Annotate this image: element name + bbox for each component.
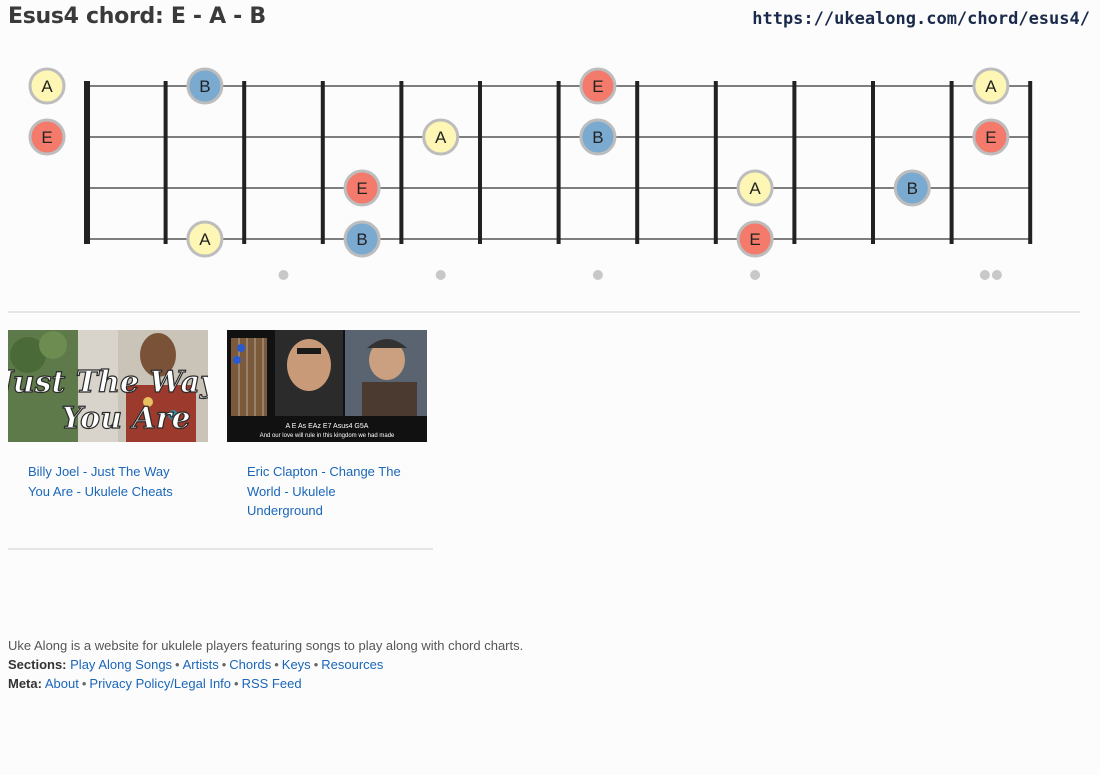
- thumbnail-chord-row: A E As EAz E7 Asus4 G5A: [286, 423, 369, 430]
- note-marker-e: E: [736, 220, 774, 258]
- footer-link-resources[interactable]: Resources: [321, 657, 383, 672]
- note-marker-a: A: [28, 67, 66, 105]
- footer-sections-row: Sections: Play Along Songs • Artists • Chord…: [8, 657, 384, 672]
- thumbnail-title-line-2: You Are: [61, 401, 190, 436]
- note-label: E: [41, 128, 52, 147]
- note-marker-a: A: [186, 220, 224, 258]
- footer-link-artists[interactable]: Artists: [183, 657, 219, 672]
- footer-link-keys[interactable]: Keys: [282, 657, 311, 672]
- note-label: A: [985, 77, 997, 96]
- video-link[interactable]: Eric Clapton - Change The World - Ukulel…: [247, 462, 407, 521]
- note-label: B: [907, 179, 918, 198]
- note-label: B: [356, 230, 367, 249]
- fret-marker-dot: [979, 270, 990, 280]
- video-card[interactable]: Just The Way You Are Billy Joel - Just T…: [8, 330, 208, 501]
- note-marker-b: B: [343, 220, 381, 258]
- note-label: A: [41, 77, 53, 96]
- video-thumbnail[interactable]: A E As EAz E7 Asus4 G5A And our love wil…: [227, 330, 427, 442]
- footer-link-about[interactable]: About: [45, 676, 79, 691]
- note-label: A: [435, 128, 447, 147]
- footer-meta-label: Meta:: [8, 676, 42, 691]
- page-url: https://ukealong.com/chord/esus4/: [752, 9, 1090, 29]
- footer-link-chords[interactable]: Chords: [229, 657, 271, 672]
- footer-link-rss-feed[interactable]: RSS Feed: [242, 676, 302, 691]
- note-marker-e: E: [972, 118, 1010, 156]
- fret-marker-dot: [278, 270, 289, 280]
- note-label: E: [356, 179, 367, 198]
- video-thumbnail[interactable]: Just The Way You Are: [8, 330, 208, 442]
- note-label: B: [199, 77, 210, 96]
- note-label: B: [592, 128, 603, 147]
- footer-meta-row: Meta: About • Privacy Policy/Legal Info • RS…: [8, 676, 302, 691]
- footer-sections-label: Sections:: [8, 657, 67, 672]
- note-marker-b: B: [893, 169, 931, 207]
- section-divider: [8, 548, 433, 550]
- video-link[interactable]: Billy Joel - Just The Way You Are - Ukul…: [28, 462, 188, 501]
- note-marker-e: E: [579, 67, 617, 105]
- note-label: E: [749, 230, 760, 249]
- site-footer: Uke Along is a website for ukulele playe…: [8, 636, 523, 693]
- note-label: E: [985, 128, 996, 147]
- note-marker-e: E: [28, 118, 66, 156]
- section-divider: [8, 311, 1080, 313]
- fret-marker-dot: [750, 270, 761, 280]
- note-marker-b: B: [579, 118, 617, 156]
- page-title: Esus4 chord: E - A - B: [8, 4, 266, 29]
- note-marker-e: E: [343, 169, 381, 207]
- fret-marker-dot: [592, 270, 603, 280]
- fretboard-diagram: A B E A E A B E E A B A B E: [28, 67, 1033, 280]
- note-label: E: [592, 77, 603, 96]
- note-marker-a: A: [736, 169, 774, 207]
- fret-marker-dot: [435, 270, 446, 280]
- fret-marker-dot: [991, 270, 1002, 280]
- thumbnail-title-line-1: Just The Way: [8, 365, 208, 400]
- note-marker-a: A: [972, 67, 1010, 105]
- footer-link-privacy[interactable]: Privacy Policy/Legal Info: [89, 676, 231, 691]
- footer-link-play-along-songs[interactable]: Play Along Songs: [70, 657, 172, 672]
- thumbnail-lyric: And our love will rule in this kingdom w…: [260, 433, 395, 439]
- note-label: A: [199, 230, 211, 249]
- note-label: A: [749, 179, 761, 198]
- video-card[interactable]: A E As EAz E7 Asus4 G5A And our love wil…: [227, 330, 427, 521]
- footer-about-text: Uke Along is a website for ukulele playe…: [8, 638, 524, 653]
- note-marker-a: A: [422, 118, 460, 156]
- note-marker-b: B: [186, 67, 224, 105]
